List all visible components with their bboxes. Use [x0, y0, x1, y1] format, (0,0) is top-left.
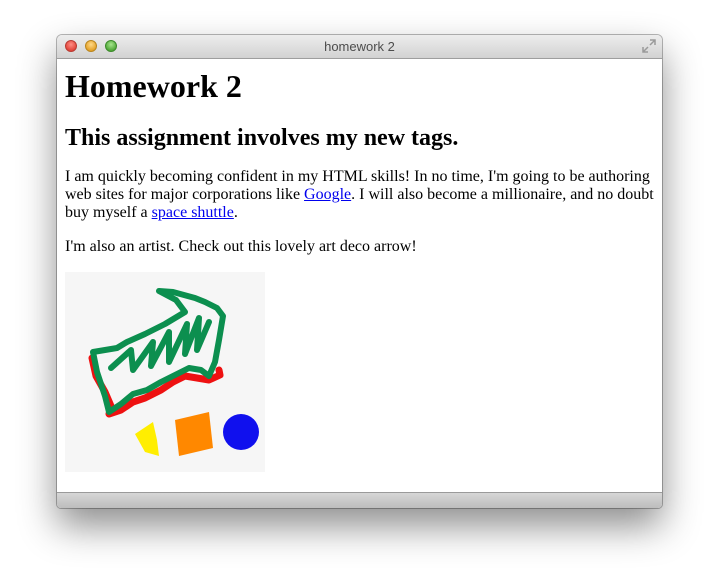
intro-text-3: . — [233, 204, 238, 221]
fullscreen-icon[interactable] — [642, 39, 656, 53]
page-subheading: This assignment involves my new tags. — [65, 125, 459, 151]
title-bar[interactable]: homework 2 — [57, 35, 662, 59]
blue-circle — [223, 414, 259, 450]
status-bar — [57, 492, 662, 508]
browser-window: homework 2 Homework 2 This assignment in… — [57, 35, 662, 508]
intro-paragraph: I am quickly becoming confident in my HT… — [65, 168, 655, 222]
artist-paragraph: I'm also an artist. Check out this lovel… — [65, 238, 417, 255]
space-shuttle-link[interactable]: space shuttle — [152, 204, 234, 221]
google-link[interactable]: Google — [304, 186, 351, 203]
art-deco-arrow-image — [65, 272, 265, 472]
page-content: Homework 2 This assignment involves my n… — [65, 59, 655, 472]
window-title: homework 2 — [324, 39, 395, 54]
page-heading: Homework 2 — [65, 68, 242, 104]
